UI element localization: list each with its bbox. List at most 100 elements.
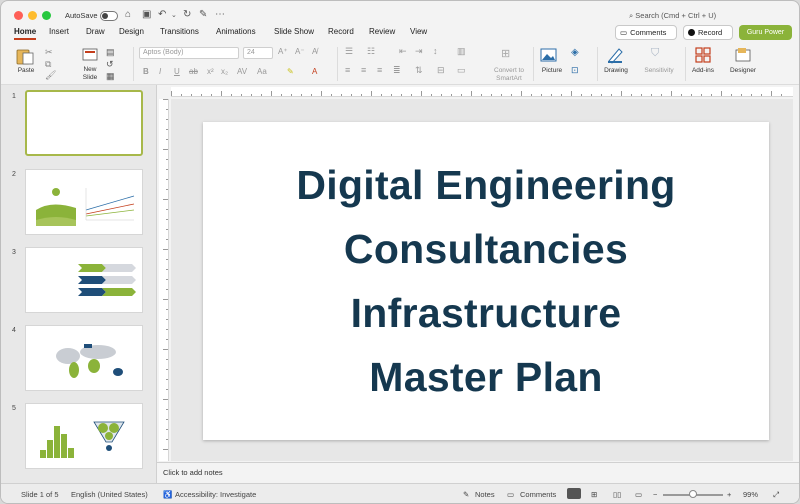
zoom-in-icon[interactable]: + — [727, 490, 731, 499]
numbering-icon[interactable]: ☷ — [367, 46, 375, 57]
increase-font-icon[interactable]: A⁺ — [278, 47, 288, 56]
font-name-input[interactable]: Aptos (Body) — [139, 47, 239, 59]
highlight-icon[interactable]: ✎ — [287, 67, 294, 76]
increase-indent-icon[interactable]: ⇥ — [415, 46, 423, 57]
clear-format-icon[interactable]: A̸ — [312, 47, 317, 56]
justify-icon[interactable]: ≣ — [393, 65, 401, 76]
record-button[interactable]: Record — [683, 25, 733, 40]
section-icon[interactable]: ▦ — [106, 71, 115, 82]
text-box-icon[interactable]: ▭ — [457, 65, 466, 76]
ruler-tick — [471, 91, 472, 96]
tab-draw[interactable]: Draw — [86, 27, 105, 36]
drawing-icon[interactable] — [606, 46, 624, 64]
search-box[interactable]: ⌕ Search (Cmd + Ctrl + U) — [629, 11, 716, 21]
slide-thumbnail-5[interactable] — [25, 403, 143, 469]
undo-dropdown-icon[interactable]: ⌄ — [171, 11, 177, 19]
notes-pane[interactable]: Click to add notes — [157, 462, 799, 482]
bold-icon[interactable]: B — [143, 67, 149, 76]
align-center-icon[interactable]: ≡ — [361, 65, 366, 75]
picture-icon[interactable] — [540, 47, 558, 63]
decrease-indent-icon[interactable]: ⇤ — [399, 46, 407, 57]
character-spacing-icon[interactable]: AV — [237, 67, 247, 76]
designer-icon[interactable] — [734, 46, 752, 64]
tab-review[interactable]: Review — [369, 27, 395, 36]
tab-home[interactable]: Home — [14, 27, 37, 40]
layout-icon[interactable]: ▤ — [106, 47, 115, 58]
zoom-out-icon[interactable]: − — [653, 490, 657, 499]
comments-button[interactable]: ▭ Comments — [615, 25, 677, 40]
comments-toggle[interactable]: Comments — [520, 490, 556, 499]
home-icon[interactable]: ⌂ — [125, 9, 131, 20]
ruler-tick — [321, 91, 322, 96]
new-slide-icon[interactable] — [81, 46, 99, 64]
normal-view-icon[interactable] — [567, 488, 581, 499]
paste-icon[interactable] — [15, 47, 35, 65]
tab-animations[interactable]: Animations — [216, 27, 256, 36]
tab-insert[interactable]: Insert — [49, 27, 69, 36]
format-painter-icon[interactable]: ✎ — [199, 9, 207, 20]
align-right-icon[interactable]: ≡ — [377, 65, 382, 75]
underline-icon[interactable]: U — [174, 67, 180, 76]
tab-design[interactable]: Design — [119, 27, 144, 36]
current-slide[interactable]: Digital Engineering Consultancies Infras… — [203, 122, 769, 440]
slide-title-line-2[interactable]: Consultancies — [344, 217, 628, 281]
tab-transitions[interactable]: Transitions — [160, 27, 199, 36]
arrange-icon[interactable]: ⊡ — [571, 65, 579, 76]
ruler-tick — [163, 199, 168, 200]
smartart-icon[interactable]: ⊞ — [501, 47, 510, 60]
tab-view[interactable]: View — [410, 27, 427, 36]
add-ins-icon[interactable] — [694, 46, 712, 64]
text-direction-icon[interactable]: ⇅ — [415, 65, 423, 76]
subscript-icon[interactable]: x₂ — [221, 67, 228, 76]
slideshow-icon[interactable]: ▭ — [635, 490, 642, 499]
ruler-tick — [751, 94, 752, 96]
shapes-icon[interactable]: ◈ — [571, 47, 579, 58]
superscript-icon[interactable]: x² — [207, 67, 214, 76]
decrease-font-icon[interactable]: A⁻ — [295, 47, 305, 56]
align-left-icon[interactable]: ≡ — [345, 65, 350, 75]
slide-sorter-icon[interactable]: ⊞ — [591, 490, 597, 499]
italic-icon[interactable]: I — [159, 67, 161, 76]
minimize-window-button[interactable] — [28, 11, 37, 20]
zoom-window-button[interactable] — [42, 11, 51, 20]
cut-icon[interactable]: ✂ — [45, 47, 53, 58]
zoom-level[interactable]: 99% — [743, 490, 758, 499]
bullets-icon[interactable]: ☰ — [345, 46, 353, 57]
fit-to-window-icon[interactable]: ⤢ — [773, 490, 779, 500]
accessibility-status[interactable]: Accessibility: Investigate — [175, 490, 256, 499]
more-commands-icon[interactable]: ⋯ — [215, 9, 225, 20]
reset-icon[interactable]: ↺ — [106, 59, 114, 70]
slide-title-line-4[interactable]: Master Plan — [369, 345, 602, 409]
sensitivity-icon[interactable]: ⛉ — [651, 47, 659, 60]
undo-icon[interactable]: ↶ — [158, 9, 166, 20]
guru-power-button[interactable]: Guru Power — [739, 25, 792, 40]
slide-title-line-1[interactable]: Digital Engineering — [296, 153, 675, 217]
tab-slide-show[interactable]: Slide Show — [274, 27, 314, 36]
ribbon-tabs: Home Insert Draw Design Transitions Anim… — [1, 25, 799, 41]
slide-title-line-3[interactable]: Infrastructure — [351, 281, 622, 345]
strikethrough-icon[interactable]: ab — [189, 67, 198, 76]
font-size-input[interactable]: 24 — [243, 47, 273, 59]
format-painter-ribbon-icon[interactable]: 🖌 — [45, 70, 56, 81]
columns-icon[interactable]: ▥ — [457, 46, 466, 57]
slide-thumbnail-3[interactable] — [25, 247, 143, 313]
slide-thumbnail-4[interactable] — [25, 325, 143, 391]
zoom-slider-thumb[interactable] — [689, 490, 697, 498]
slide-thumbnail-2[interactable] — [25, 169, 143, 235]
language-indicator[interactable]: English (United States) — [71, 490, 148, 499]
slide-thumbnail-1[interactable] — [25, 90, 143, 156]
line-spacing-icon[interactable]: ↕ — [433, 46, 438, 56]
align-text-icon[interactable]: ⊟ — [437, 65, 445, 76]
tab-record[interactable]: Record — [328, 27, 354, 36]
change-case-icon[interactable]: Aa — [257, 67, 267, 76]
autosave-toggle[interactable] — [100, 11, 118, 21]
reading-view-icon[interactable]: ▯▯ — [613, 490, 621, 499]
copy-icon[interactable]: ⧉ — [45, 59, 51, 70]
font-color-icon[interactable]: A — [312, 67, 317, 76]
redo-icon[interactable]: ↻ — [183, 9, 191, 20]
ribbon-separator — [337, 47, 338, 81]
notes-toggle[interactable]: Notes — [475, 490, 495, 499]
close-window-button[interactable] — [14, 11, 23, 20]
save-icon[interactable]: ▣ — [142, 9, 151, 20]
ruler-tick — [621, 91, 622, 96]
